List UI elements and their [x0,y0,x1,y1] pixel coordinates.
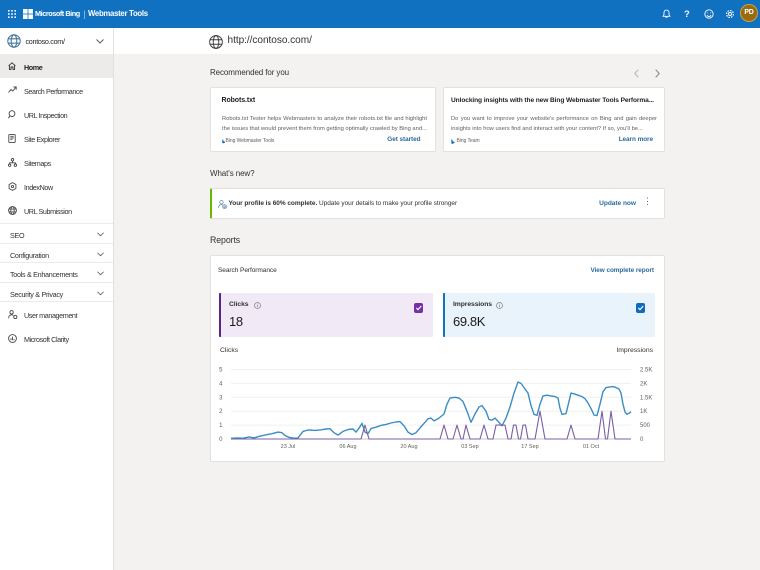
svg-text:0: 0 [219,437,223,443]
svg-text:4: 4 [219,381,223,387]
svg-text:20 Aug: 20 Aug [400,444,417,450]
svg-text:01 Oct: 01 Oct [583,444,600,450]
svg-text:2.5K: 2.5K [640,368,652,374]
svg-text:5: 5 [219,368,223,374]
svg-text:17 Sep: 17 Sep [521,444,538,450]
svg-text:06 Aug: 06 Aug [339,444,356,450]
svg-text:0: 0 [640,437,644,443]
svg-text:03 Sep: 03 Sep [461,444,478,450]
svg-text:2K: 2K [640,381,647,387]
svg-text:1.5K: 1.5K [640,395,652,401]
svg-text:1: 1 [219,423,223,429]
svg-text:23 Jul: 23 Jul [281,444,296,450]
svg-text:500: 500 [640,423,651,429]
svg-text:2: 2 [219,409,223,415]
svg-text:1K: 1K [640,409,647,415]
svg-text:3: 3 [219,395,223,401]
